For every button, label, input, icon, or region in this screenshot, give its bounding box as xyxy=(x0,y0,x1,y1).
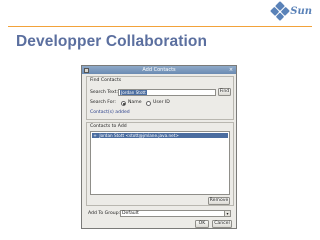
close-icon[interactable]: × xyxy=(228,67,234,73)
find-button[interactable]: Find xyxy=(218,88,231,96)
find-contacts-group: Find Contacts Search Text: Jordan Stott … xyxy=(86,76,234,120)
user-id-radio[interactable] xyxy=(146,100,151,106)
add-contacts-dialog: Add Contacts × Find Contacts Search Text… xyxy=(81,65,237,229)
sun-logo: Sun xyxy=(270,1,312,21)
find-contacts-label: Find Contacts xyxy=(90,78,122,83)
cancel-button[interactable]: Cancel xyxy=(212,220,232,228)
search-for-label: Search For: xyxy=(90,100,116,105)
expand-icon[interactable]: + xyxy=(92,133,98,138)
search-text-label: Search Text: xyxy=(90,90,119,95)
status-message: Contact(s) added xyxy=(90,110,130,115)
contacts-to-add-group: Contacts to Add + Jordan Stott <stott@jm… xyxy=(86,122,234,206)
remove-button[interactable]: Remove xyxy=(208,197,230,205)
chevron-down-icon[interactable]: ▾ xyxy=(224,211,230,216)
search-text-input[interactable]: Jordan Stott xyxy=(118,88,216,96)
contact-entry-text: Jordan Stott <stott@jmlane.java.net> xyxy=(99,133,179,138)
name-radio[interactable] xyxy=(121,100,126,106)
slide-title: Developper Collaboration xyxy=(16,33,208,50)
contacts-to-add-label: Contacts to Add xyxy=(90,124,127,129)
dialog-titlebar[interactable]: Add Contacts × xyxy=(82,66,236,74)
contacts-list[interactable]: + Jordan Stott <stott@jmlane.java.net> xyxy=(90,131,230,195)
header-divider xyxy=(8,26,312,27)
name-radio-label[interactable]: Name xyxy=(128,100,142,105)
sun-logo-text: Sun xyxy=(290,5,312,17)
sun-logo-icon xyxy=(270,1,291,21)
dialog-title: Add Contacts xyxy=(142,67,176,73)
add-to-group-label: Add To Group: xyxy=(88,211,121,216)
window-menu-icon[interactable] xyxy=(84,67,89,73)
list-item[interactable]: + Jordan Stott <stott@jmlane.java.net> xyxy=(92,133,228,138)
search-text-value: Jordan Stott xyxy=(120,90,147,95)
user-id-radio-label[interactable]: User ID xyxy=(153,100,170,105)
add-to-group-select[interactable]: Default ▾ xyxy=(120,210,231,217)
add-to-group-value: Default xyxy=(122,211,139,216)
slide-header: Sun xyxy=(0,0,320,24)
ok-button[interactable]: OK xyxy=(195,220,209,228)
